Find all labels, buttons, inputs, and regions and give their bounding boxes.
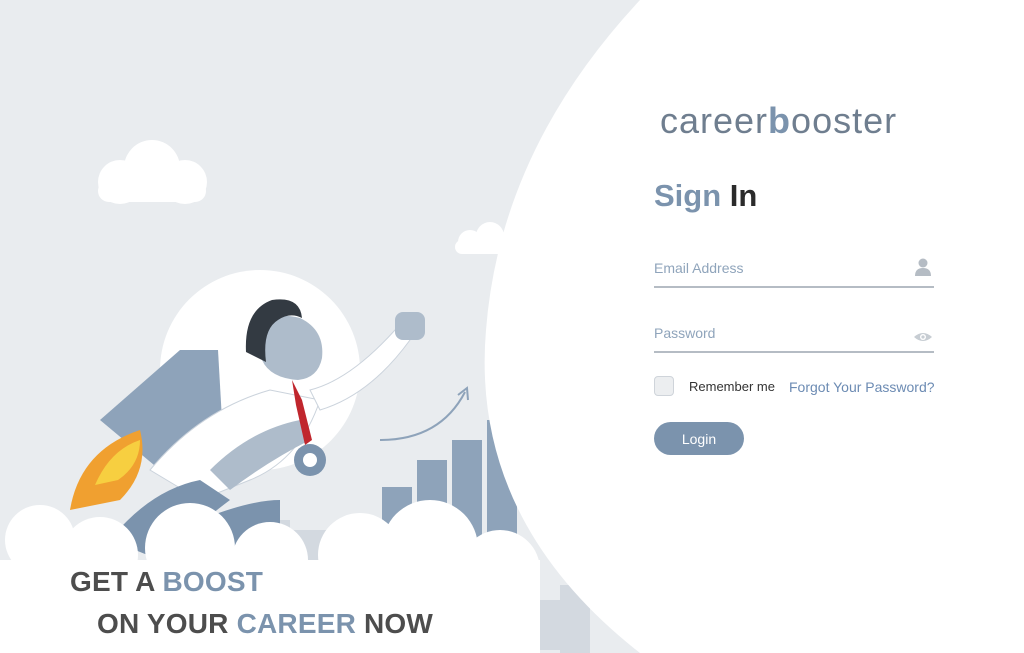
forgot-password-link[interactable]: Forgot Your Password?	[789, 379, 935, 395]
user-icon	[912, 256, 934, 278]
logo-text: career	[660, 100, 769, 141]
title-text: In	[721, 178, 758, 213]
remember-me-checkbox[interactable]	[654, 376, 674, 396]
eye-icon[interactable]	[912, 321, 934, 343]
password-field	[654, 317, 934, 353]
tagline-line-2: ON YOUR CAREER NOW	[97, 608, 433, 640]
tagline-accent: CAREER	[236, 608, 356, 639]
login-button[interactable]: Login	[654, 422, 744, 455]
growth-arrow-illustration	[379, 386, 469, 441]
title-accent: Sign	[654, 178, 722, 213]
tagline-text: ON YOUR	[97, 608, 237, 639]
tagline-line-1: GET A BOOST	[70, 566, 263, 598]
logo-rocket-letter: b	[768, 100, 792, 141]
email-input[interactable]	[654, 256, 904, 280]
remember-me-label[interactable]: Remember me	[689, 379, 775, 394]
tagline-text: GET A	[70, 566, 163, 597]
tagline-accent: BOOST	[162, 566, 264, 597]
tagline-text: NOW	[356, 608, 434, 639]
email-field	[654, 252, 934, 288]
careerbooster-logo: careerbooster	[660, 100, 897, 142]
logo-text: ooster	[791, 100, 898, 141]
page-title: Sign In	[654, 178, 757, 214]
cloud-illustration	[98, 140, 207, 204]
password-input[interactable]	[654, 321, 904, 345]
